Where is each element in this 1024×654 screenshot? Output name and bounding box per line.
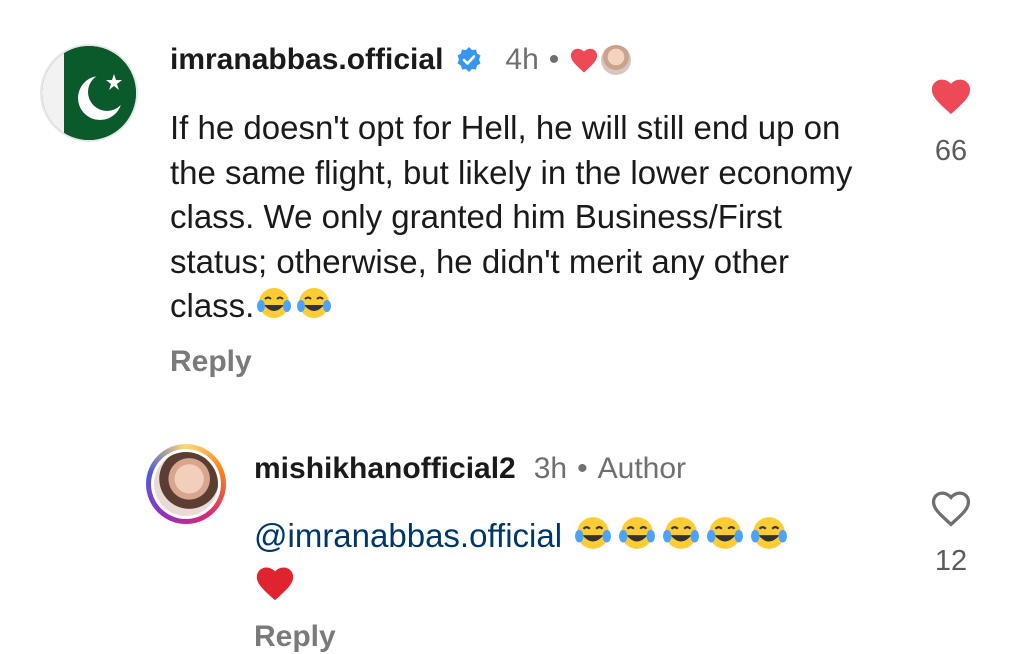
- reply-button[interactable]: Reply: [254, 620, 336, 654]
- separator-dot: •: [548, 43, 560, 76]
- like-count: 12: [934, 545, 968, 577]
- tears-of-joy-emoji: [571, 515, 615, 562]
- tears-of-joy-emoji: [294, 286, 334, 332]
- heart-filled-icon[interactable]: [929, 76, 973, 116]
- verified-badge-icon: [455, 46, 483, 74]
- red-heart-emoji: [254, 564, 296, 613]
- like-column: 12: [911, 488, 991, 578]
- tears-of-joy-emoji: [615, 515, 659, 562]
- tears-of-joy-emoji: [254, 286, 294, 332]
- tears-of-joy-emoji: [747, 515, 791, 562]
- heart-outline-icon[interactable]: [929, 488, 973, 528]
- comment-timestamp: 4h: [505, 43, 539, 76]
- reply-button[interactable]: Reply: [170, 345, 252, 379]
- comment-timestamp: 3h: [533, 452, 568, 485]
- comment-text: @imranabbas.official: [254, 514, 894, 613]
- tears-of-joy-emoji: [703, 515, 747, 562]
- profile-photo-avatar: [151, 449, 221, 519]
- author-badge: Author: [597, 452, 687, 485]
- author-avatar-mini: [601, 45, 632, 75]
- mention-link[interactable]: @imranabbas.official: [254, 517, 562, 554]
- comment-username[interactable]: mishikhanofficial2: [254, 452, 516, 486]
- comment-username[interactable]: imranabbas.official: [170, 43, 443, 77]
- pakistan-flag-icon: [42, 46, 136, 140]
- tears-of-joy-emoji: [659, 515, 703, 562]
- separator-dot: •: [577, 452, 588, 485]
- like-column: 66: [911, 76, 991, 168]
- comment-text: If he doesn't opt for Hell, he will stil…: [170, 106, 860, 331]
- avatar-pakistan-flag[interactable]: [40, 44, 138, 142]
- author-liked-heart-icon: [569, 46, 599, 74]
- avatar-story-ring[interactable]: [146, 444, 226, 524]
- like-count: 66: [934, 135, 968, 167]
